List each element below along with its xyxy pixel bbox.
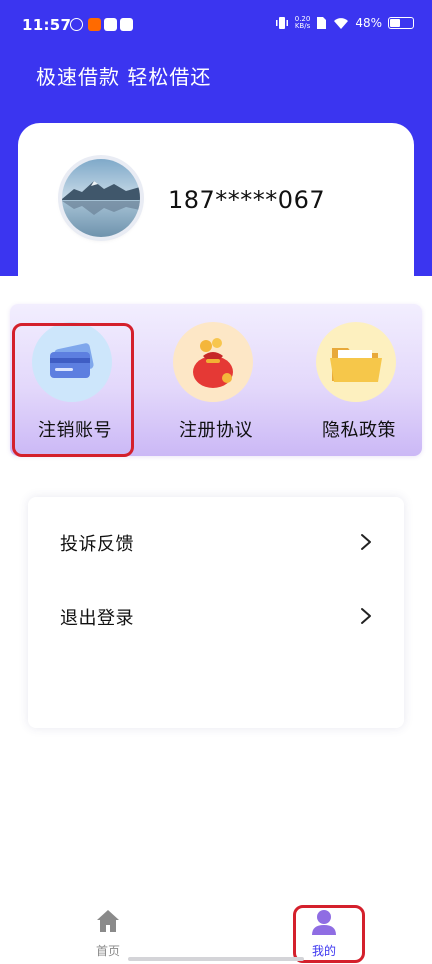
menu-item-label: 投诉反馈 <box>60 534 134 555</box>
shopping-app-icon <box>88 18 101 31</box>
status-time: 11:57 <box>22 16 72 34</box>
home-indicator[interactable] <box>128 957 304 961</box>
profile-card: 187*****067 <box>18 123 414 323</box>
avatar-landscape-image <box>62 159 140 237</box>
tab-bar: 首页 我的 <box>0 900 432 964</box>
net-speed: 0.20 KB/s <box>295 16 311 30</box>
status-bar: 11:57 0.20 KB/s 48% <box>0 0 432 50</box>
menu-item-logout[interactable]: 退出登录 <box>28 596 404 636</box>
battery-level <box>390 19 400 27</box>
status-right: 0.20 KB/s 48% <box>275 16 414 30</box>
page-title: 极速借款 轻松借还 <box>36 65 212 89</box>
app-notification-icon <box>70 18 83 31</box>
chevron-right-icon <box>361 534 371 550</box>
play-icon <box>120 18 133 31</box>
home-icon <box>97 910 119 932</box>
service-label: 注册协议 <box>179 420 253 441</box>
wifi-icon <box>334 17 349 29</box>
battery-icon <box>388 17 414 29</box>
phone-number: 187*****067 <box>168 186 326 214</box>
sim-icon <box>317 17 327 29</box>
vibrate-icon <box>275 17 288 29</box>
money-bag-icon <box>173 322 253 402</box>
service-privacy-policy[interactable]: 隐私政策 <box>294 304 424 456</box>
folder-icon <box>316 322 396 402</box>
menu-item-label: 退出登录 <box>60 608 134 629</box>
menu-card: 投诉反馈 退出登录 <box>28 497 404 728</box>
mail-icon <box>104 18 117 31</box>
chevron-right-icon <box>361 608 371 624</box>
battery-percent: 48% <box>355 16 382 30</box>
tab-home[interactable]: 首页 <box>68 906 148 962</box>
net-speed-unit: KB/s <box>294 22 311 30</box>
service-register-agreement[interactable]: 注册协议 <box>151 304 281 456</box>
avatar[interactable] <box>62 159 140 237</box>
highlight-tab-mine <box>293 905 365 963</box>
highlight-cancel-account <box>12 323 134 457</box>
service-label: 隐私政策 <box>322 420 396 441</box>
menu-item-complaint-feedback[interactable]: 投诉反馈 <box>28 522 404 562</box>
